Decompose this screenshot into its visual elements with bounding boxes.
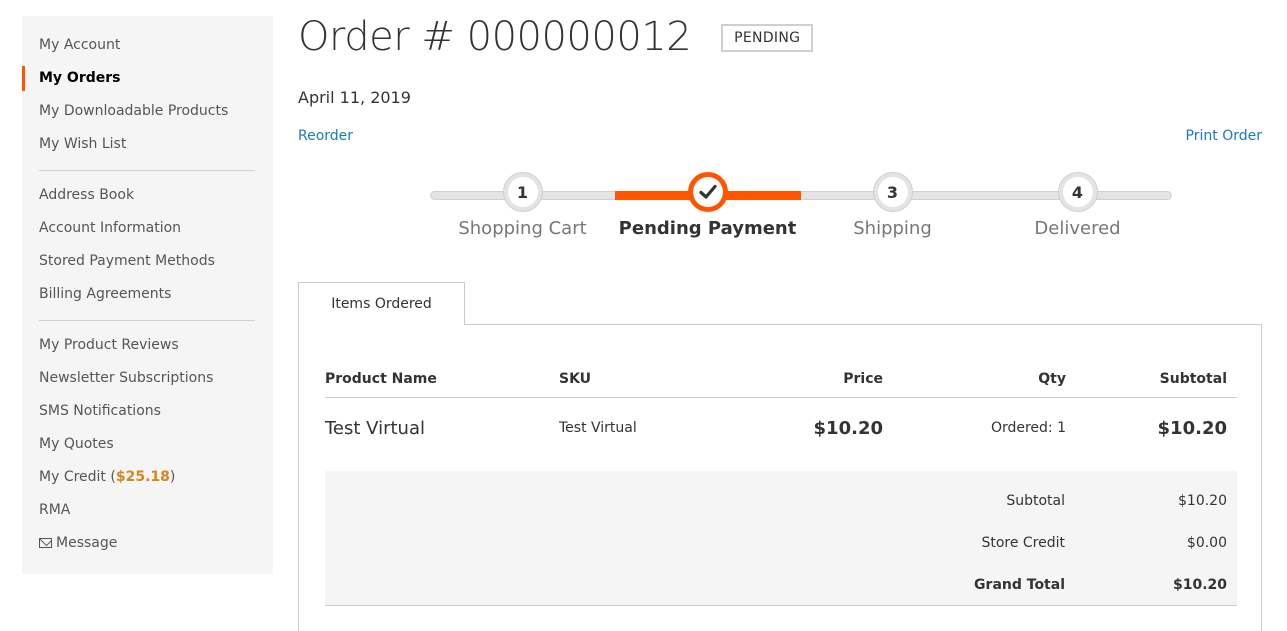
column-header-product-name: Product Name bbox=[325, 371, 437, 387]
order-view: Order # 000000012 PENDING April 11, 2019… bbox=[298, 0, 1262, 631]
totals-store-credit: Store Credit $0.00 bbox=[325, 535, 1237, 555]
product-name: Test Virtual bbox=[325, 417, 425, 439]
sidebar-item-downloadable-products[interactable]: My Downloadable Products bbox=[22, 95, 273, 128]
grand-total-label: Grand Total bbox=[974, 577, 1065, 593]
table-row: Test Virtual Test Virtual $10.20 Ordered… bbox=[325, 398, 1237, 458]
step-circle bbox=[687, 172, 728, 212]
order-date: April 11, 2019 bbox=[298, 88, 411, 107]
column-header-price: Price bbox=[843, 371, 883, 387]
sidebar-divider bbox=[39, 320, 255, 321]
totals-grand-total: Grand Total $10.20 bbox=[325, 577, 1237, 597]
grand-total-value: $10.20 bbox=[1172, 577, 1227, 593]
step-circle: 4 bbox=[1057, 172, 1098, 212]
my-credit-label-close: ) bbox=[169, 469, 176, 485]
sidebar-item-my-orders[interactable]: My Orders bbox=[22, 62, 273, 95]
store-credit-value: $0.00 bbox=[1186, 535, 1227, 551]
items-table: Product Name SKU Price Qty Subtotal Test… bbox=[325, 361, 1237, 458]
title-row: Order # 000000012 PENDING bbox=[298, 14, 814, 60]
reorder-link[interactable]: Reorder bbox=[298, 128, 353, 144]
column-header-subtotal: Subtotal bbox=[1159, 371, 1227, 387]
step-number: 3 bbox=[877, 177, 908, 207]
step-marker bbox=[692, 177, 723, 207]
progress-step-delivered: 4 Delivered bbox=[985, 172, 1170, 239]
subtotal-label: Subtotal bbox=[1006, 493, 1065, 509]
sidebar-item-message[interactable]: Message bbox=[22, 527, 273, 560]
step-label: Delivered bbox=[1034, 218, 1121, 239]
step-label: Shopping Cart bbox=[458, 218, 587, 239]
sidebar-item-billing-agreements[interactable]: Billing Agreements bbox=[22, 278, 273, 311]
step-number: 4 bbox=[1062, 177, 1093, 207]
check-icon bbox=[698, 184, 717, 199]
tab-items-ordered[interactable]: Items Ordered bbox=[298, 282, 465, 325]
column-header-qty: Qty bbox=[1038, 371, 1066, 387]
sidebar-item-wish-list[interactable]: My Wish List bbox=[22, 128, 273, 161]
column-header-sku: SKU bbox=[559, 371, 592, 387]
sidebar-item-my-account[interactable]: My Account bbox=[22, 29, 273, 62]
progress-step-shipping: 3 Shipping bbox=[800, 172, 985, 239]
sidebar-item-account-information[interactable]: Account Information bbox=[22, 212, 273, 245]
status-badge: PENDING bbox=[721, 24, 814, 52]
message-label: Message bbox=[56, 535, 118, 551]
progress-step-pending-payment: Pending Payment bbox=[615, 172, 800, 239]
sidebar-item-rma[interactable]: RMA bbox=[22, 494, 273, 527]
totals-subtotal: Subtotal $10.20 bbox=[325, 493, 1237, 513]
table-header: Product Name SKU Price Qty Subtotal bbox=[325, 361, 1237, 398]
sidebar-item-my-quotes[interactable]: My Quotes bbox=[22, 428, 273, 461]
sidebar-divider bbox=[39, 170, 255, 171]
sidebar-item-sms-notifications[interactable]: SMS Notifications bbox=[22, 395, 273, 428]
my-credit-label: My Credit ( bbox=[39, 469, 116, 485]
progress-step-shopping-cart: 1 Shopping Cart bbox=[430, 172, 615, 239]
order-totals: Subtotal $10.20 Store Credit $0.00 Grand… bbox=[325, 471, 1237, 606]
step-label: Pending Payment bbox=[618, 218, 797, 239]
sidebar-item-stored-payment-methods[interactable]: Stored Payment Methods bbox=[22, 245, 273, 278]
step-number: 1 bbox=[507, 177, 538, 207]
product-price: $10.20 bbox=[813, 417, 883, 439]
sidebar-item-newsletter-subscriptions[interactable]: Newsletter Subscriptions bbox=[22, 362, 273, 395]
sidebar-item-my-credit[interactable]: My Credit ($25.18) bbox=[22, 461, 273, 494]
items-ordered-panel: Product Name SKU Price Qty Subtotal Test… bbox=[298, 324, 1262, 631]
product-sku: Test Virtual bbox=[559, 420, 637, 436]
order-progress-bar: 1 Shopping Cart Pending Payment 3 Shippi… bbox=[430, 172, 1172, 242]
envelope-icon bbox=[39, 538, 52, 548]
page-title: Order # 000000012 bbox=[298, 14, 692, 60]
step-circle: 3 bbox=[872, 172, 913, 212]
product-qty: Ordered: 1 bbox=[990, 420, 1066, 436]
sidebar-item-product-reviews[interactable]: My Product Reviews bbox=[22, 329, 273, 362]
product-subtotal: $10.20 bbox=[1157, 417, 1227, 439]
account-sidebar: My Account My Orders My Downloadable Pro… bbox=[22, 16, 273, 574]
step-label: Shipping bbox=[853, 218, 932, 239]
subtotal-value: $10.20 bbox=[1178, 493, 1227, 509]
credit-amount: $25.18 bbox=[115, 469, 170, 485]
print-order-link[interactable]: Print Order bbox=[1186, 128, 1262, 144]
step-circle: 1 bbox=[502, 172, 543, 212]
store-credit-label: Store Credit bbox=[981, 535, 1065, 551]
sidebar-item-address-book[interactable]: Address Book bbox=[22, 179, 273, 212]
